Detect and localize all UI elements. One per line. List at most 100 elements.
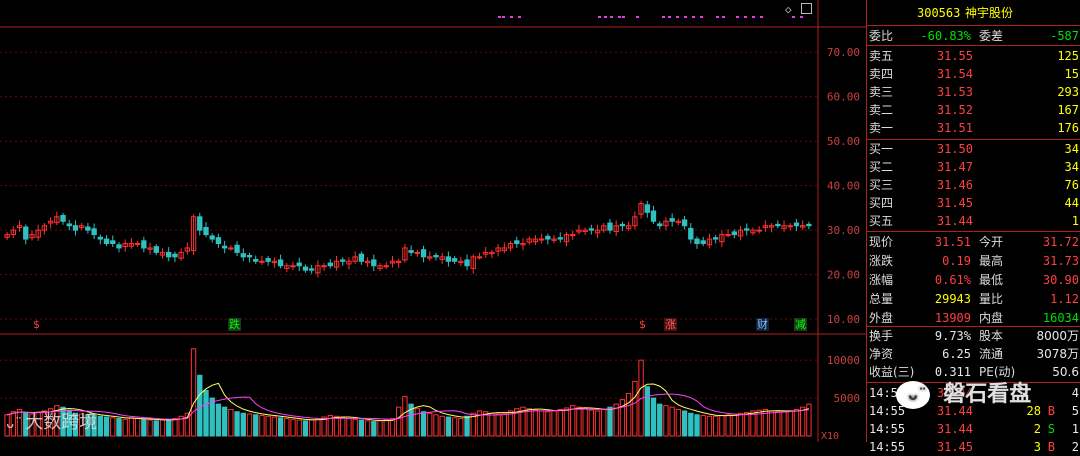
- buy-label: 买一: [869, 142, 894, 156]
- candle-body: [371, 259, 377, 267]
- volume-bar: [259, 415, 265, 437]
- volume-bar: [737, 412, 744, 437]
- kline-svg[interactable]: 70.00 60.00 50.00 40.00 30.00 20.00 10.00 10000…: [0, 0, 866, 442]
- volume-bar: [744, 411, 750, 437]
- candle-body: [570, 234, 576, 237]
- stat-row: 涨跌 0.19 最高 31.73: [867, 252, 1080, 270]
- tick-row: 14:55 31.45 3 B 2: [867, 438, 1080, 456]
- stat-value: 29943: [934, 292, 971, 306]
- candle-body: [731, 231, 737, 236]
- candle-body: [327, 262, 333, 267]
- stat-label: 涨幅: [869, 273, 894, 287]
- stat-value: 0.19: [942, 254, 971, 268]
- volume-bar: [545, 411, 551, 437]
- tick-count: 2: [1071, 440, 1079, 454]
- volume-bar: [551, 410, 557, 437]
- buy-label: 买四: [869, 196, 894, 210]
- candle-body: [296, 262, 302, 267]
- stat-row: 涨幅 0.61% 最低 30.90: [867, 271, 1080, 289]
- stat-label: 涨跌: [869, 254, 894, 268]
- buy-row[interactable]: 买二 31.47 34: [867, 158, 1080, 176]
- candle-body: [209, 235, 215, 240]
- stat-value: 31.73: [1042, 254, 1079, 268]
- sell-volume: 125: [1057, 49, 1079, 63]
- fundamental-value: 3078万: [1036, 347, 1079, 361]
- stock-header: 300563 神宇股份: [867, 4, 1080, 22]
- watermark-right-text: 磐石看盘: [943, 382, 1032, 407]
- fundamental-label: 净资: [869, 347, 894, 361]
- kline-chart-area[interactable]: 70.00 60.00 50.00 40.00 30.00 20.00 10.00 10000…: [0, 0, 866, 442]
- stat-label: 总量: [869, 292, 894, 306]
- candle-body: [358, 253, 365, 262]
- weibi-label: 委比: [869, 29, 894, 43]
- buy-row[interactable]: 买五 31.44 1: [867, 212, 1080, 230]
- volume-bar: [731, 413, 737, 437]
- buy-row[interactable]: 买一 31.50 34: [867, 140, 1080, 158]
- sell-volume: 15: [1064, 67, 1079, 81]
- volume-bar: [663, 405, 669, 437]
- buy-price: 31.50: [936, 142, 973, 156]
- volume-bar: [203, 390, 209, 437]
- event-marker[interactable]: 涨: [664, 318, 677, 331]
- candle-body: [110, 240, 116, 244]
- sell-row[interactable]: 卖二 31.52 167: [867, 101, 1080, 119]
- event-marker[interactable]: 跌: [228, 318, 241, 331]
- volume-bar: [396, 406, 402, 437]
- event-marker[interactable]: $: [32, 318, 41, 331]
- stat-value: 13909: [934, 311, 971, 325]
- sell-row[interactable]: 卖五 31.55 125: [867, 47, 1080, 65]
- fundamental-value: 8000万: [1036, 329, 1079, 343]
- volume-bar: [97, 415, 104, 437]
- window-toggle-icon[interactable]: [801, 3, 812, 14]
- candle-body: [712, 237, 719, 240]
- stat-label: 今开: [979, 235, 1004, 249]
- candle-body: [66, 223, 72, 227]
- volume-bar: [607, 406, 613, 437]
- diamond-icon[interactable]: ◇: [785, 3, 792, 16]
- volume-bar: [141, 418, 147, 437]
- volume-bar: [265, 415, 271, 437]
- sell-row[interactable]: 卖一 31.51 176: [867, 119, 1080, 137]
- candle-body: [277, 259, 284, 267]
- candle-body: [669, 218, 675, 222]
- stat-value: 16034: [1042, 311, 1079, 325]
- candle-body: [290, 265, 296, 268]
- event-marker[interactable]: $: [638, 318, 647, 331]
- candle-body: [197, 216, 203, 231]
- event-marker[interactable]: 财: [756, 318, 769, 331]
- stat-value: 31.51: [934, 235, 971, 249]
- volume-bar: [277, 417, 284, 437]
- stat-label: 内盘: [979, 311, 1004, 325]
- volume-bar: [166, 418, 172, 437]
- buy-price: 31.44: [936, 214, 973, 228]
- candle-body: [744, 228, 750, 231]
- volume-bar: [644, 386, 650, 437]
- sell-row[interactable]: 卖四 31.54 15: [867, 65, 1080, 83]
- volume-bar: [420, 411, 427, 437]
- stock-code: 300563: [917, 6, 961, 20]
- buy-row[interactable]: 买三 31.46 76: [867, 176, 1080, 194]
- sell-row[interactable]: 卖三 31.53 293: [867, 83, 1080, 101]
- candle-body: [775, 223, 781, 227]
- stat-label: 最高: [979, 254, 1004, 268]
- volume-bar: [688, 412, 694, 437]
- volume-bar: [333, 415, 340, 437]
- tick-price: 31.45: [936, 440, 973, 454]
- weibi-value: -60.83%: [920, 29, 971, 43]
- volume-bar: [147, 419, 153, 437]
- volume-bar: [364, 420, 371, 437]
- volume-bar: [228, 408, 234, 437]
- sell-label: 卖一: [869, 121, 894, 135]
- stat-value: 31.72: [1042, 235, 1079, 249]
- stat-value: 30.90: [1042, 273, 1079, 287]
- event-marker[interactable]: 减: [794, 318, 807, 331]
- watermark-left-text: 大数跨境: [25, 412, 98, 433]
- sell-price: 31.51: [936, 121, 973, 135]
- volume-bar: [159, 419, 166, 437]
- candle-body: [514, 240, 520, 244]
- stat-label: 最低: [979, 273, 1004, 287]
- volume-bar: [601, 408, 607, 437]
- buy-row[interactable]: 买四 31.45 44: [867, 194, 1080, 212]
- stat-value: 0.61%: [934, 273, 971, 287]
- price-tick-label: 10.00: [827, 313, 860, 326]
